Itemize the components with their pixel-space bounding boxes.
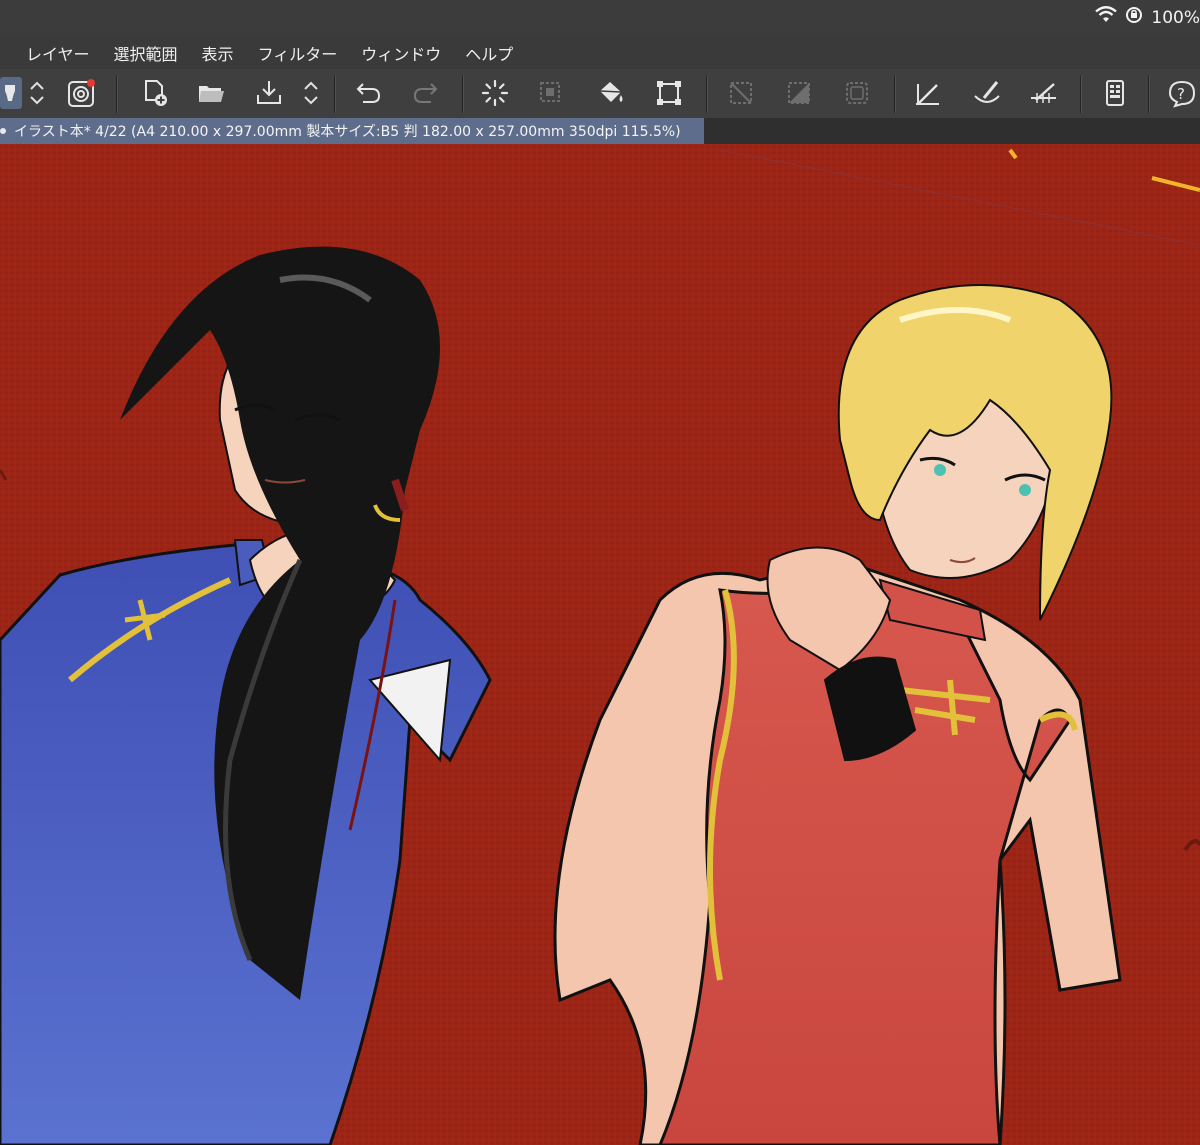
invert-selection-icon[interactable]	[782, 77, 816, 109]
brush-tool-icon[interactable]	[0, 77, 22, 109]
toolbar-separator	[334, 75, 336, 113]
selection-outline-icon[interactable]	[840, 77, 874, 109]
save-download-icon[interactable]	[252, 77, 286, 109]
orientation-lock-icon	[1125, 6, 1143, 29]
menu-edge-glyph: ′	[0, 43, 6, 62]
clear-selection-icon[interactable]	[724, 77, 758, 109]
document-tab-title: イラスト本* 4/22 (A4 210.00 x 297.00mm 製本サイズ:…	[14, 124, 681, 140]
toolbar-separator	[462, 75, 464, 113]
menu-help[interactable]: ヘルプ	[453, 41, 525, 65]
snap-brush-icon[interactable]	[970, 77, 1004, 109]
status-right: 100%	[1095, 6, 1200, 29]
toolbar-separator	[1148, 75, 1150, 113]
transform-icon[interactable]	[652, 77, 686, 109]
battery-percent: 100%	[1151, 7, 1200, 28]
select-area-icon[interactable]	[534, 77, 568, 109]
snap-ruler-icon[interactable]	[910, 77, 944, 109]
chevron-updown-icon[interactable]	[26, 77, 48, 109]
quick-access-icon[interactable]	[64, 77, 98, 109]
help-icon[interactable]: ?	[1164, 77, 1200, 109]
unsaved-dot-icon	[0, 128, 6, 134]
document-tab[interactable]: イラスト本* 4/22 (A4 210.00 x 297.00mm 製本サイズ:…	[0, 118, 704, 144]
open-folder-icon[interactable]	[194, 77, 228, 109]
toolbar-separator	[894, 75, 896, 113]
loading-spinner-icon[interactable]	[478, 77, 512, 109]
menu-layer[interactable]: レイヤー	[14, 41, 102, 65]
redo-icon[interactable]	[408, 77, 442, 109]
svg-text:?: ?	[1177, 85, 1185, 103]
menu-bar: ′ レイヤー 選択範囲 表示 フィルター ウィンドウ ヘルプ	[0, 36, 1200, 69]
snap-grid-icon[interactable]	[1026, 77, 1060, 109]
wifi-icon	[1095, 6, 1118, 29]
undo-icon[interactable]	[352, 77, 386, 109]
status-bar: 100%	[0, 0, 1200, 36]
fill-bucket-icon[interactable]	[594, 77, 628, 109]
command-bar-icon[interactable]	[1098, 77, 1132, 109]
toolbar-separator	[1080, 75, 1082, 113]
toolbar-separator	[706, 75, 708, 113]
menu-filter[interactable]: フィルター	[246, 41, 350, 65]
new-file-icon[interactable]	[138, 77, 172, 109]
chevron-updown-icon[interactable]	[300, 77, 322, 109]
toolbar-separator	[116, 75, 118, 113]
command-toolbar: ?	[0, 69, 1200, 119]
menu-selection[interactable]: 選択範囲	[102, 41, 190, 65]
document-tab-bar: イラスト本* 4/22 (A4 210.00 x 297.00mm 製本サイズ:…	[0, 118, 1200, 144]
drawing-canvas[interactable]	[0, 144, 1200, 1145]
artwork	[0, 144, 1200, 1145]
menu-window[interactable]: ウィンドウ	[349, 41, 453, 65]
menu-view[interactable]: 表示	[190, 41, 246, 65]
